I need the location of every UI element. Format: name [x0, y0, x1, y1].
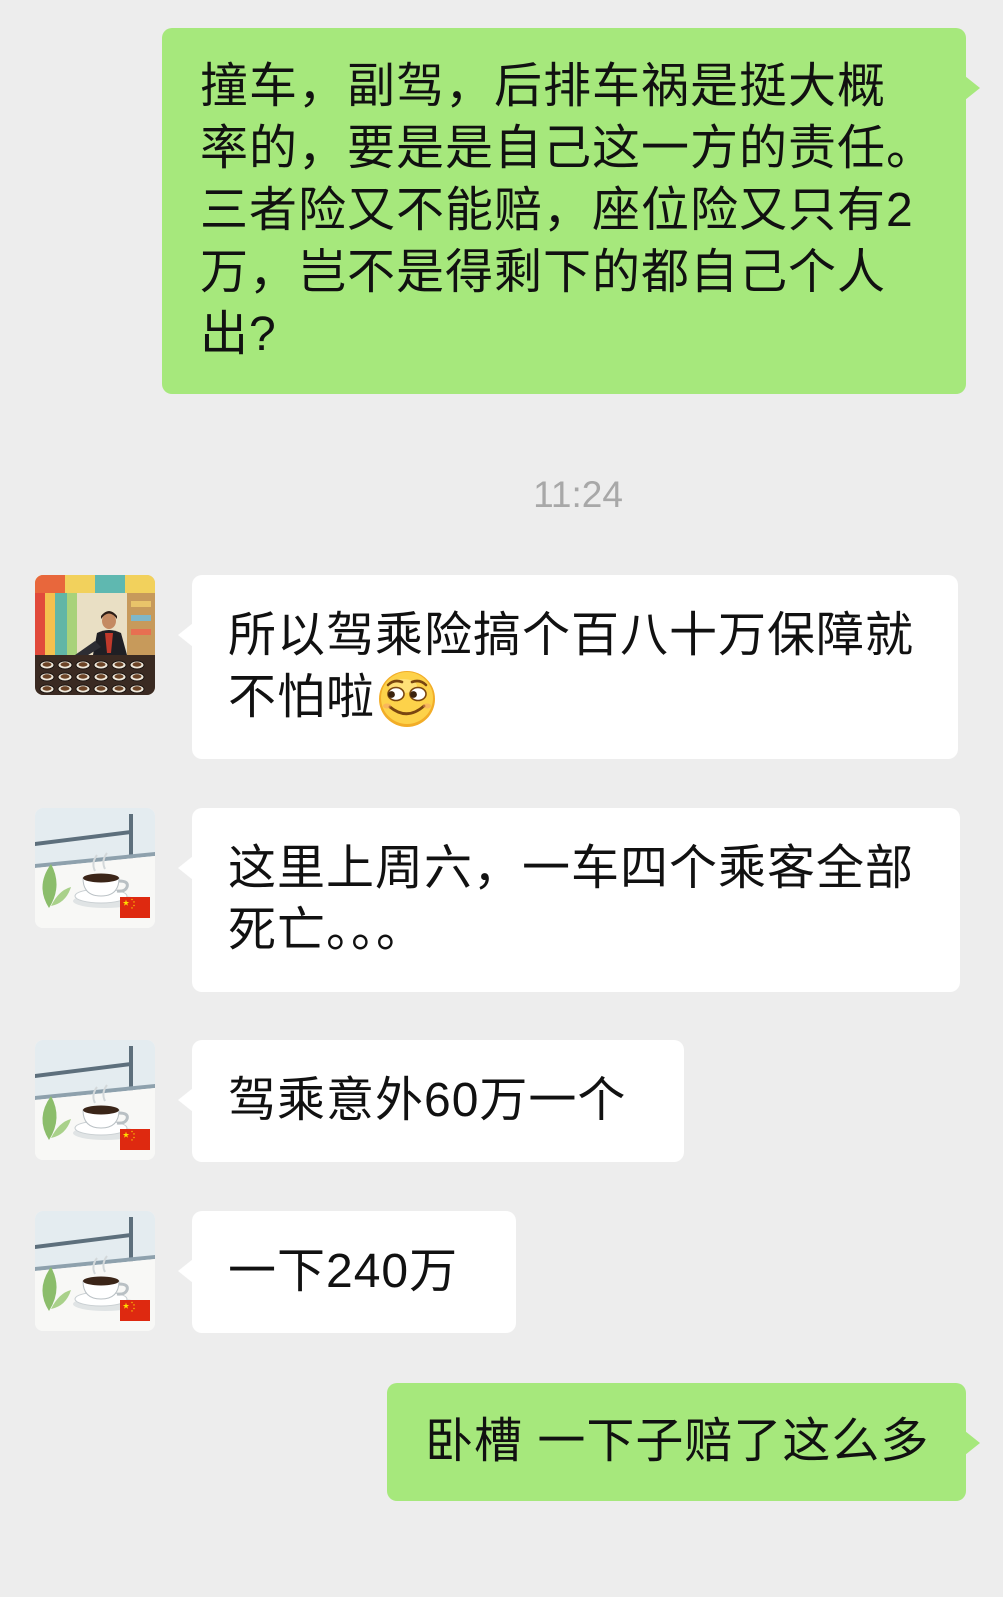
coffee-cup-avatar-icon[interactable]: [35, 1040, 155, 1160]
chat-screen: 撞车，副驾，后排车祸是挺大概 率的，要是是自己这一方的责任。 三者险又不能赔，座…: [0, 0, 1003, 1597]
message-text-line: 万，岂不是得剩下的都自己个人: [200, 246, 887, 299]
message-text-line: 驾乘意外60万一个: [228, 1074, 627, 1127]
incoming-message-bubble[interactable]: 这里上周六，一车四个乘客全部 死亡。。。: [178, 808, 960, 992]
incoming-message-bubble[interactable]: 所以驾乘险搞个百八十万保障就 不怕啦: [178, 575, 958, 759]
sly-smile-emoji-icon: [377, 669, 437, 729]
message-text-line: 撞车，副驾，后排车祸是挺大概: [200, 60, 887, 113]
photo-avatar-image: [35, 575, 155, 695]
incoming-message-bubble[interactable]: 一下240万: [178, 1211, 516, 1333]
bubble-tail: [178, 856, 193, 880]
message-text-line: 出?: [200, 308, 277, 361]
bubble-tail: [178, 1259, 193, 1283]
message-text-line: 所以驾乘险搞个百八十万保障就: [228, 609, 915, 662]
message-text-line: 一下240万: [228, 1245, 459, 1298]
bubble-tail: [178, 623, 193, 647]
china-flag-icon: [120, 1300, 150, 1321]
bubble-tail: [965, 1431, 980, 1455]
message-text-line: 这里上周六，一车四个乘客全部: [228, 842, 915, 895]
incoming-message-bubble[interactable]: 驾乘意外60万一个: [178, 1040, 684, 1162]
message-text: 不怕啦: [228, 671, 376, 724]
bubble-tail: [965, 76, 980, 100]
message-text-line: 率的，要是是自己这一方的责任。: [200, 122, 936, 175]
outgoing-message-bubble[interactable]: 撞车，副驾，后排车祸是挺大概 率的，要是是自己这一方的责任。 三者险又不能赔，座…: [162, 28, 980, 394]
coffee-cup-avatar-icon[interactable]: [35, 808, 155, 928]
message-text-line: 卧槽 一下子赔了这么多: [425, 1415, 930, 1468]
message-text-line: 三者险又不能赔，座位险又只有2: [200, 184, 914, 237]
message-text-line-with-emoji: 不怕啦: [228, 667, 938, 729]
china-flag-icon: [120, 1129, 150, 1150]
outgoing-message-bubble[interactable]: 卧槽 一下子赔了这么多: [387, 1383, 980, 1501]
photo-avatar-icon[interactable]: [35, 575, 155, 695]
message-timestamp: 11:24: [533, 474, 623, 515]
china-flag-icon: [120, 897, 150, 918]
bubble-tail: [178, 1088, 193, 1112]
message-text-line: 死亡。。。: [228, 904, 426, 957]
coffee-cup-avatar-icon[interactable]: [35, 1211, 155, 1331]
